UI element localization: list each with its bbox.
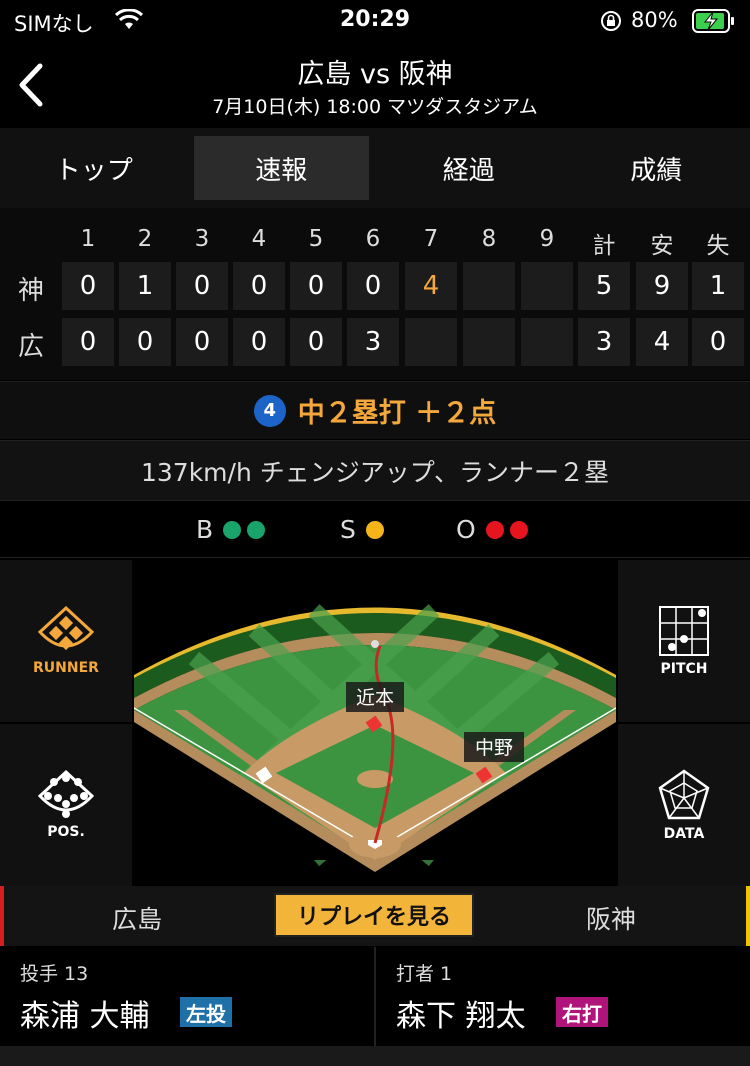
inning-header: 安 (650, 233, 674, 259)
ball-dot (223, 520, 242, 539)
radar-chart-icon (658, 769, 710, 820)
score-cell (463, 262, 515, 310)
score-cell: 1 (692, 262, 744, 310)
out-dot (509, 520, 528, 539)
score-cell: 9 (636, 262, 688, 310)
inning-header: 8 (481, 226, 497, 252)
score-cell: 0 (176, 262, 228, 310)
runner-button[interactable]: RUNNER (0, 560, 132, 722)
players-panel: 投手 13 森浦 大輔 左投 打者 1 森下 翔太 右打 (0, 947, 750, 1046)
battery-percent: 80% (631, 8, 678, 32)
replay-button[interactable]: リプレイを見る (274, 893, 474, 937)
score-cell: 0 (119, 318, 171, 366)
header: 広島 vs 阪神 7月10日(木) 18:00 マツダスタジアム (0, 44, 750, 128)
score-cell: 5 (578, 262, 630, 310)
tab-progress[interactable]: 経過 (381, 136, 557, 200)
inning-header: 6 (365, 226, 381, 252)
team-abbr: 広 (17, 332, 44, 362)
tab-stats[interactable]: 成績 (569, 136, 745, 200)
score-cell: 0 (290, 262, 342, 310)
inning-header: 3 (194, 226, 210, 252)
pitcher-card[interactable]: 投手 13 森浦 大輔 左投 (0, 947, 374, 1046)
outs-count: O (456, 515, 528, 544)
fielder-label: 中野 (475, 737, 513, 759)
score-cell: 4 (405, 262, 457, 310)
ball-dot (247, 520, 266, 539)
game-info: 7月10日(木) 18:00 マツダスタジアム (212, 96, 538, 118)
rotation-lock-icon (601, 11, 621, 31)
home-color-strip (0, 886, 4, 946)
score-cell (521, 262, 573, 310)
batter-name: 森下 翔太 (396, 999, 526, 1034)
score-cell: 0 (176, 318, 228, 366)
home-team-button[interactable]: 広島 (112, 900, 162, 936)
inning-header: 7 (423, 226, 439, 252)
score-cell: 0 (290, 318, 342, 366)
batter-card[interactable]: 打者 1 森下 翔太 右打 (376, 947, 750, 1046)
status-bar: SIMなし 20:29 80% (0, 0, 750, 44)
score-cell (405, 318, 457, 366)
tab-bar: トップ 速報 経過 成績 (0, 128, 750, 208)
batter-role: 打者 1 (396, 963, 453, 985)
tab-top[interactable]: トップ (6, 136, 182, 200)
play-result: 4 中２塁打 ＋２点 (0, 381, 750, 439)
score-cell (521, 318, 573, 366)
score-cell: 0 (347, 262, 399, 310)
runner-icon (38, 606, 94, 651)
page-title: 広島 vs 阪神 (297, 59, 453, 90)
inning-header: 計 (592, 233, 616, 259)
pitch-button[interactable]: PITCH (618, 560, 750, 722)
pitcher-hand-badge: 左投 (180, 997, 232, 1027)
strike-dot (365, 520, 384, 539)
positions-icon (38, 770, 94, 818)
balls-count: B (196, 515, 266, 544)
out-dot (485, 520, 504, 539)
away-color-strip (746, 886, 750, 946)
inning-header: 1 (80, 226, 96, 252)
play-number-badge: 4 (253, 394, 286, 427)
battery-charging-icon (692, 9, 734, 33)
batter-hand-badge: 右打 (556, 997, 608, 1027)
score-cell: 3 (347, 318, 399, 366)
team-abbr: 神 (17, 276, 44, 306)
inning-header: 5 (308, 226, 324, 252)
score-cell: 0 (692, 318, 744, 366)
scoreboard: 123456789計安失神0100004591広000003340 (0, 208, 750, 380)
inning-header: 4 (251, 226, 267, 252)
score-cell: 0 (62, 318, 114, 366)
pitcher-name: 森浦 大輔 (20, 999, 150, 1034)
positions-button[interactable]: POS. (0, 724, 132, 886)
score-cell: 4 (636, 318, 688, 366)
inning-header: 2 (137, 226, 153, 252)
score-cell: 3 (578, 318, 630, 366)
tab-live[interactable]: 速報 (193, 136, 369, 200)
score-cell (463, 318, 515, 366)
inning-header: 9 (539, 226, 555, 252)
away-team-button[interactable]: 阪神 (586, 900, 636, 936)
data-button[interactable]: DATA (618, 724, 750, 886)
play-result-text: 中２塁打 ＋２点 (297, 398, 497, 429)
score-cell: 0 (62, 262, 114, 310)
score-cell: 1 (119, 262, 171, 310)
score-cell: 0 (233, 318, 285, 366)
baseball-field: 近本 中野 (133, 560, 617, 884)
fielder-label: 近本 (356, 687, 394, 709)
pitch-grid-icon (659, 606, 709, 656)
pitch-info: 137km/h チェンジアップ、ランナー２塁 (0, 440, 750, 500)
ball-count: B S O (0, 500, 750, 558)
pitcher-role: 投手 13 (20, 963, 89, 985)
score-cell: 0 (233, 262, 285, 310)
footer-strip (0, 1046, 750, 1066)
inning-header: 失 (706, 233, 730, 259)
strikes-count: S (340, 515, 384, 544)
